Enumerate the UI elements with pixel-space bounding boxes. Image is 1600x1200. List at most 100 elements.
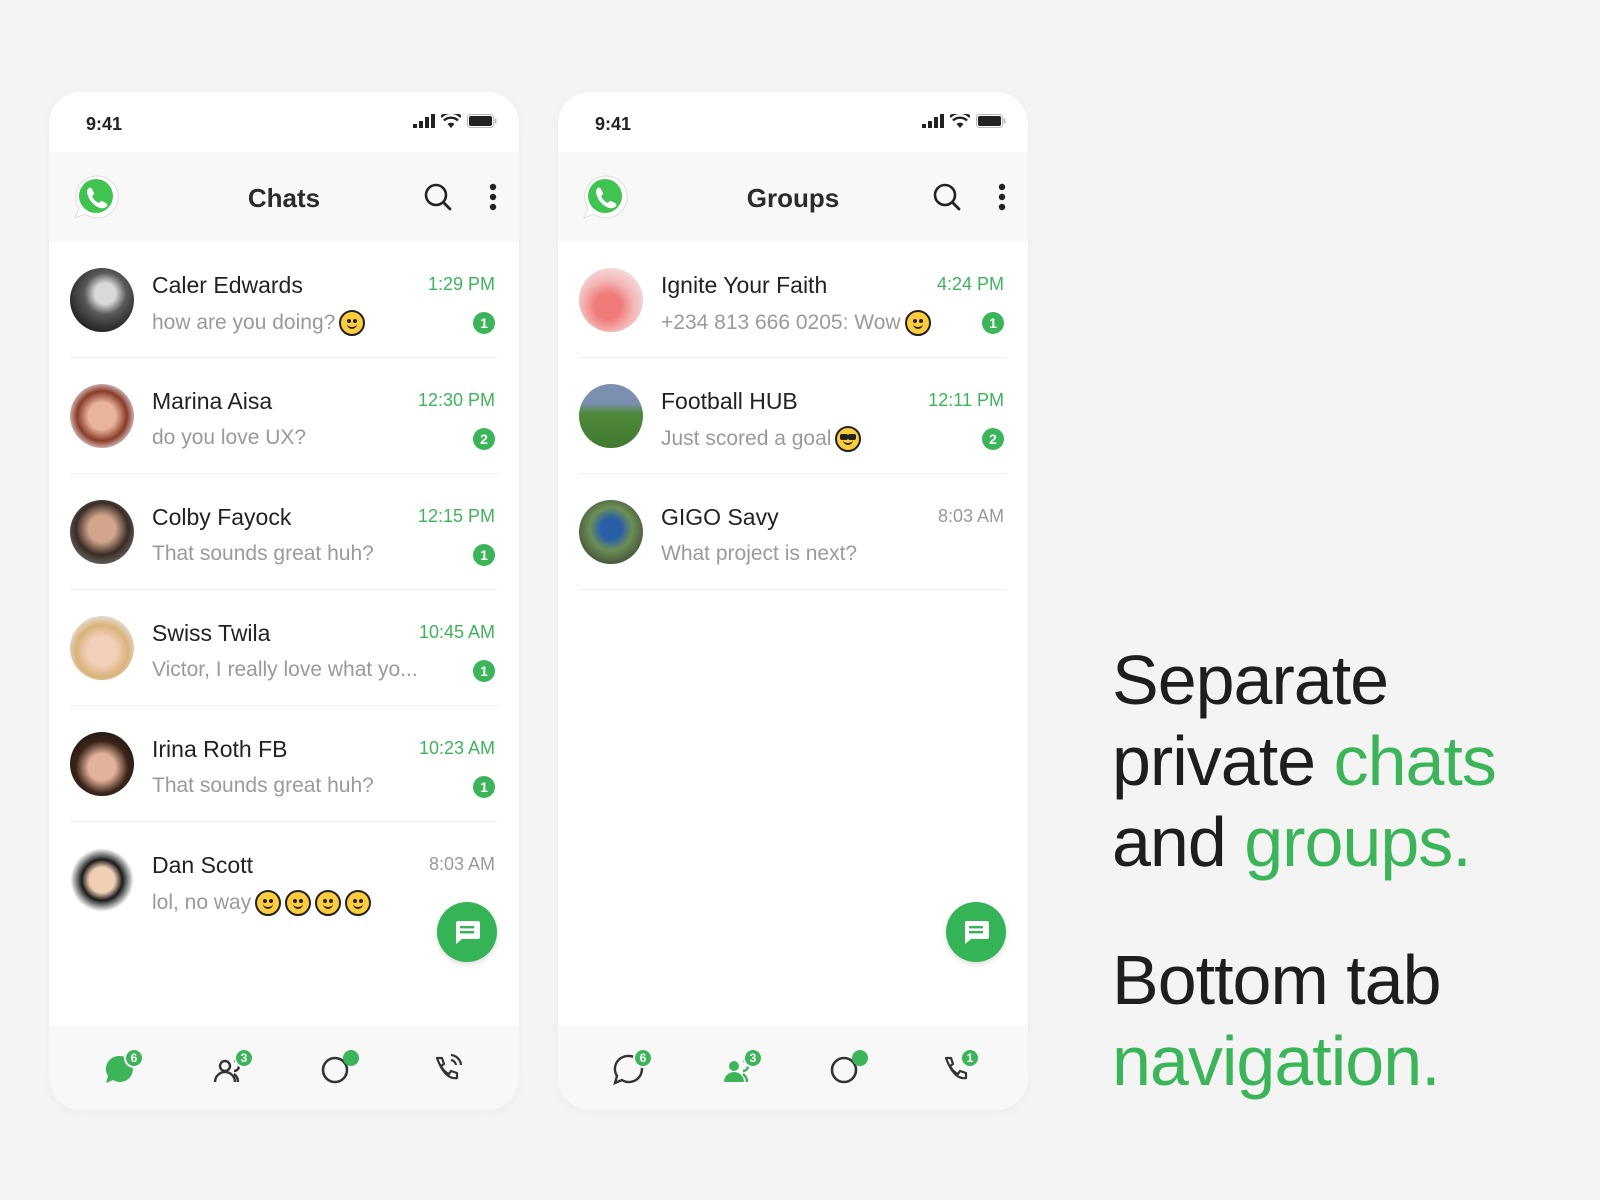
contact-name: Swiss Twila bbox=[152, 620, 271, 646]
message-preview: That sounds great huh? bbox=[152, 542, 374, 566]
chat-row-dan-scott[interactable]: Dan Scott 8:03 AM lol, no way bbox=[70, 822, 497, 938]
avatar bbox=[70, 268, 134, 332]
tab-status[interactable] bbox=[317, 1048, 361, 1092]
bottom-tab-navigation: 6 3 1 bbox=[558, 1026, 1028, 1110]
tagline-highlight: chats bbox=[1333, 722, 1497, 800]
message-preview: Victor, I really love what yo... bbox=[152, 658, 418, 682]
message-text: how are you doing? bbox=[152, 311, 336, 334]
contact-name: Irina Roth FB bbox=[152, 736, 288, 762]
message-preview: What project is next? bbox=[661, 542, 857, 566]
tagline-chats-groups: Separate private chats and groups. bbox=[1112, 640, 1497, 883]
message-text: lol, no way bbox=[152, 891, 252, 914]
unread-badge: 1 bbox=[473, 544, 495, 566]
unread-badge: 1 bbox=[982, 312, 1004, 334]
contact-name: Marina Aisa bbox=[152, 388, 273, 414]
message-time: 4:24 PM bbox=[936, 274, 1004, 294]
more-menu-icon[interactable] bbox=[996, 182, 1008, 212]
tagline-line: Bottom tab bbox=[1112, 941, 1442, 1019]
message-time: 10:23 AM bbox=[418, 738, 495, 758]
message-preview: do you love UX? bbox=[152, 426, 306, 450]
wifi-icon bbox=[441, 114, 461, 128]
message-text: What project is next? bbox=[661, 542, 858, 565]
message-time: 10:45 AM bbox=[418, 622, 495, 642]
message-time: 12:15 PM bbox=[417, 506, 495, 526]
app-header: Groups bbox=[558, 152, 1028, 242]
tab-badge: 3 bbox=[234, 1048, 254, 1068]
battery-icon bbox=[976, 114, 1006, 128]
message-time: 12:11 PM bbox=[928, 390, 1004, 410]
message-preview: how are you doing? bbox=[152, 310, 366, 336]
tagline-highlight: navigation. bbox=[1112, 1022, 1441, 1100]
smiling-emoji-icon bbox=[315, 890, 342, 916]
tab-groups[interactable]: 3 bbox=[210, 1048, 254, 1092]
avatar bbox=[70, 616, 134, 680]
avatar bbox=[70, 500, 134, 564]
message-preview: That sounds great huh? bbox=[152, 774, 374, 798]
more-menu-icon[interactable] bbox=[487, 182, 499, 212]
chat-row-irina-roth[interactable]: Irina Roth FB 10:23 AM That sounds great… bbox=[70, 706, 497, 822]
unread-badge: 2 bbox=[982, 428, 1004, 450]
wifi-icon bbox=[950, 114, 970, 128]
tagline-navigation: Bottom tab navigation. bbox=[1112, 940, 1442, 1102]
status-bar: 9:41 bbox=[49, 92, 519, 152]
tab-status[interactable] bbox=[826, 1048, 870, 1092]
message-text: Just scored a goal bbox=[661, 427, 832, 450]
message-preview: +234 813 666 0205: Wow bbox=[661, 310, 931, 336]
app-header: Chats bbox=[49, 152, 519, 242]
avatar bbox=[70, 848, 134, 912]
new-chat-button[interactable] bbox=[437, 902, 497, 962]
group-list: Ignite Your Faith 4:24 PM +234 813 666 0… bbox=[558, 242, 1028, 590]
group-row-football-hub[interactable]: Football HUB 12:11 PM Just scored a goal… bbox=[579, 358, 1006, 474]
avatar bbox=[70, 732, 134, 796]
chat-row-swiss-twila[interactable]: Swiss Twila 10:45 AM Victor, I really lo… bbox=[70, 590, 497, 706]
status-icons bbox=[922, 114, 1006, 128]
battery-icon bbox=[467, 114, 497, 128]
tab-chats[interactable]: 6 bbox=[100, 1048, 144, 1092]
contact-name: Caler Edwards bbox=[152, 272, 303, 298]
groups-phone-screen: 9:41 Groups Ignite Your Faith 4:24 PM +2… bbox=[558, 92, 1028, 1110]
group-row-gigo-savy[interactable]: GIGO Savy 8:03 AM What project is next? bbox=[579, 474, 1006, 590]
status-time: 9:41 bbox=[86, 114, 123, 134]
status-bar: 9:41 bbox=[558, 92, 1028, 152]
message-preview: Just scored a goal bbox=[661, 426, 862, 452]
tab-badge: 3 bbox=[743, 1048, 763, 1068]
laughing-emoji-icon bbox=[255, 890, 282, 916]
tagline-text: and bbox=[1112, 803, 1245, 881]
chat-row-colby-fayock[interactable]: Colby Fayock 12:15 PM That sounds great … bbox=[70, 474, 497, 590]
search-icon[interactable] bbox=[932, 182, 962, 212]
signal-icon bbox=[413, 114, 435, 128]
search-icon[interactable] bbox=[423, 182, 453, 212]
chat-list: Caler Edwards 1:29 PM how are you doing?… bbox=[49, 242, 519, 938]
chat-row-marina-aisa[interactable]: Marina Aisa 12:30 PM do you love UX? 2 bbox=[70, 358, 497, 474]
chats-phone-screen: 9:41 Chats Caler Edwards 1:29 PM how are… bbox=[49, 92, 519, 1110]
message-time: 1:29 PM bbox=[427, 274, 495, 294]
tongue-emoji-icon bbox=[904, 310, 931, 336]
avatar bbox=[579, 500, 643, 564]
tab-groups[interactable]: 3 bbox=[719, 1048, 763, 1092]
message-preview: lol, no way bbox=[152, 890, 372, 916]
bottom-tab-navigation: 6 3 bbox=[49, 1026, 519, 1110]
message-icon bbox=[456, 921, 480, 944]
status-dot bbox=[852, 1050, 868, 1066]
message-text: Victor, I really love what yo... bbox=[152, 658, 418, 681]
tab-chats[interactable]: 6 bbox=[609, 1048, 653, 1092]
sunglasses-emoji-icon bbox=[835, 426, 862, 452]
tab-calls[interactable] bbox=[427, 1048, 471, 1092]
avatar bbox=[579, 268, 643, 332]
avatar bbox=[579, 384, 643, 448]
group-row-ignite-your-faith[interactable]: Ignite Your Faith 4:24 PM +234 813 666 0… bbox=[579, 242, 1006, 358]
tab-calls[interactable]: 1 bbox=[936, 1048, 980, 1092]
phone-call-icon bbox=[435, 1053, 463, 1080]
tab-badge: 1 bbox=[960, 1048, 980, 1068]
group-name: Football HUB bbox=[661, 388, 798, 414]
tab-badge: 6 bbox=[633, 1048, 653, 1068]
tab-badge: 6 bbox=[124, 1048, 144, 1068]
chat-row-caler-edwards[interactable]: Caler Edwards 1:29 PM how are you doing?… bbox=[70, 242, 497, 358]
group-name: Ignite Your Faith bbox=[661, 272, 828, 298]
message-text: That sounds great huh? bbox=[152, 774, 374, 797]
tagline-line: private chats bbox=[1112, 721, 1497, 802]
laughing-emoji-icon bbox=[345, 890, 372, 916]
tagline-text: private bbox=[1112, 722, 1334, 800]
laughing-emoji-icon bbox=[285, 890, 312, 916]
new-group-message-button[interactable] bbox=[946, 902, 1006, 962]
